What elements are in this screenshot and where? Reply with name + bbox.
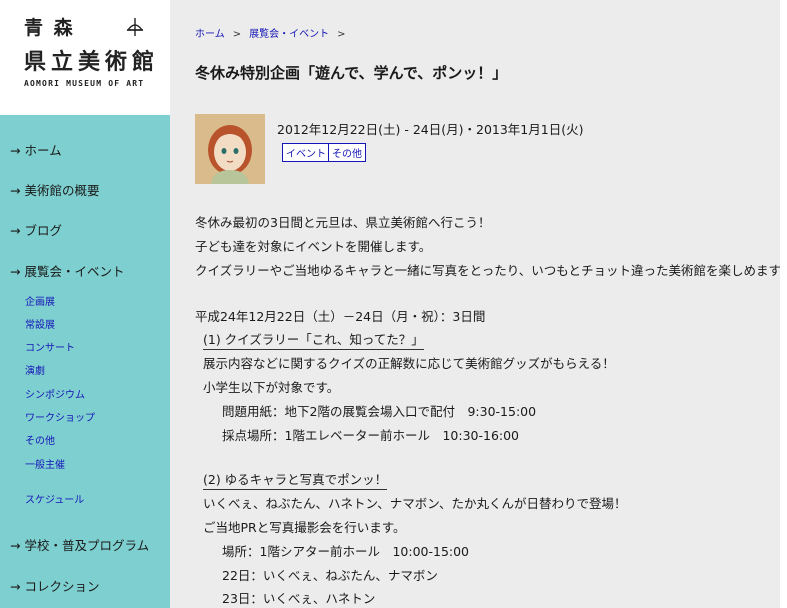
section-text: 22日：いくべぇ、ねぶたん、ナマボン [222, 568, 438, 583]
subnav-item-concert[interactable]: コンサート [25, 339, 75, 354]
arrow-right-icon: → [10, 223, 21, 238]
section-text: 小学生以下が対象です。 [203, 380, 340, 395]
subnav-item-special-exhibitions[interactable]: 企画展 [25, 293, 55, 308]
arrow-right-icon: → [10, 264, 21, 279]
logo-text-aomori: 青 森 [24, 17, 75, 39]
intro-line: 子ども達を対象にイベントを開催します。 [195, 239, 432, 254]
subnav-item-schedule[interactable]: スケジュール [25, 491, 84, 506]
main-content: ホーム > 展覧会・イベント > 冬休み特別企画「遊んで、学んで、ポンッ！」 2012… [170, 0, 787, 608]
page: 青 森 県立美術館 AOMORI MUSEUM OF ART → ホーム → 美術館… [0, 0, 787, 608]
event-thumbnail[interactable] [195, 114, 265, 184]
section-text: 採点場所：1階エレベーター前ホール 10:30-16:00 [222, 428, 520, 443]
nav-item-label: 学校・普及プログラム [24, 538, 150, 553]
nav-item-home[interactable]: → ホーム [10, 140, 62, 159]
section-heading-quiz-rally: (1) クイズラリー「これ、知ってた？」 [203, 329, 424, 350]
nav-item-school-programs[interactable]: → 学校・普及プログラム [10, 535, 149, 554]
subnav-item-other[interactable]: その他 [25, 432, 55, 447]
nav-item-label: ホーム [24, 143, 62, 158]
page-title: 冬休み特別企画「遊んで、学んで、ポンッ！」 [195, 64, 508, 82]
breadcrumb-separator: > [232, 29, 242, 40]
tag-event[interactable]: イベント [282, 143, 330, 162]
nav-item-exhibitions-events[interactable]: → 展覧会・イベント [10, 261, 125, 280]
tag-other[interactable]: その他 [328, 143, 366, 162]
event-period: 平成24年12月22日（土）－24日（月・祝）：3日間 [195, 309, 486, 324]
section-text: 問題用紙：地下2階の展覧会場入口で配付 9:30-15:00 [222, 404, 537, 419]
nav-item-label: 展覧会・イベント [24, 264, 125, 279]
section-text: 23日：いくべぇ、ハネトン [222, 591, 376, 606]
section-text: 展示内容などに関するクイズの正解数に応じて美術館グッズがもらえる！ [203, 356, 615, 371]
breadcrumb: ホーム > 展覧会・イベント > [195, 25, 353, 40]
intro-line: 冬休み最初の3日間と元旦は、県立美術館へ行こう！ [195, 215, 491, 230]
breadcrumb-home-link[interactable]: ホーム [195, 29, 225, 40]
subnav-item-theater[interactable]: 演劇 [25, 362, 45, 377]
museum-logo[interactable]: 青 森 県立美術館 AOMORI MUSEUM OF ART [0, 0, 170, 115]
nav-item-label: コレクション [24, 579, 100, 594]
arrow-right-icon: → [10, 143, 21, 158]
sidebar-nav: → ホーム → 美術館の概要 → ブログ → 展覧会・イベント 企画展 常設展 コンサー… [0, 115, 170, 608]
intro-line: クイズラリーやご当地ゆるキャラと一緒に写真をとったり、いつもとチョット違った美術… [195, 263, 787, 278]
subnav-item-symposium[interactable]: シンポジウム [25, 386, 85, 401]
arrow-right-icon: → [10, 579, 21, 594]
section-text: 場所：1階シアター前ホール 10:00-15:00 [222, 544, 470, 559]
subnav-item-workshop[interactable]: ワークショップ [25, 409, 95, 424]
breadcrumb-separator: > [337, 29, 346, 40]
section-text: ご当地PRと写真撮影会を行います。 [203, 520, 406, 535]
nav-item-blog[interactable]: → ブログ [10, 220, 62, 239]
right-margin [780, 0, 787, 608]
nav-item-label: 美術館の概要 [24, 183, 100, 198]
nav-item-collection[interactable]: → コレクション [10, 576, 100, 595]
event-date: 2012年12月22日(土) - 24日(月)・2013年1月1日(火) [277, 122, 584, 137]
breadcrumb-section-link[interactable]: 展覧会・イベント [249, 29, 329, 40]
logo-text-english: AOMORI MUSEUM OF ART [24, 79, 145, 88]
arrow-right-icon: → [10, 183, 21, 198]
section-text: いくべぇ、ねぶたん、ハネトン、ナマボン、たか丸くんが日替わりで登場！ [203, 496, 627, 511]
section-heading-yurukyara: (2) ゆるキャラと写真でポンッ！ [203, 469, 388, 490]
subnav-item-permanent-exhibitions[interactable]: 常設展 [25, 316, 55, 331]
subnav-item-general-hosted[interactable]: 一般主催 [25, 456, 65, 471]
sidebar: 青 森 県立美術館 AOMORI MUSEUM OF ART → ホーム → 美術館… [0, 0, 170, 608]
logo-text-museum: 県立美術館 [24, 49, 160, 75]
arrow-right-icon: → [10, 538, 21, 553]
nav-item-about[interactable]: → 美術館の概要 [10, 180, 100, 199]
logo-mark-icon [126, 18, 144, 36]
girl-illustration-image [195, 114, 265, 184]
nav-item-label: ブログ [24, 223, 62, 238]
